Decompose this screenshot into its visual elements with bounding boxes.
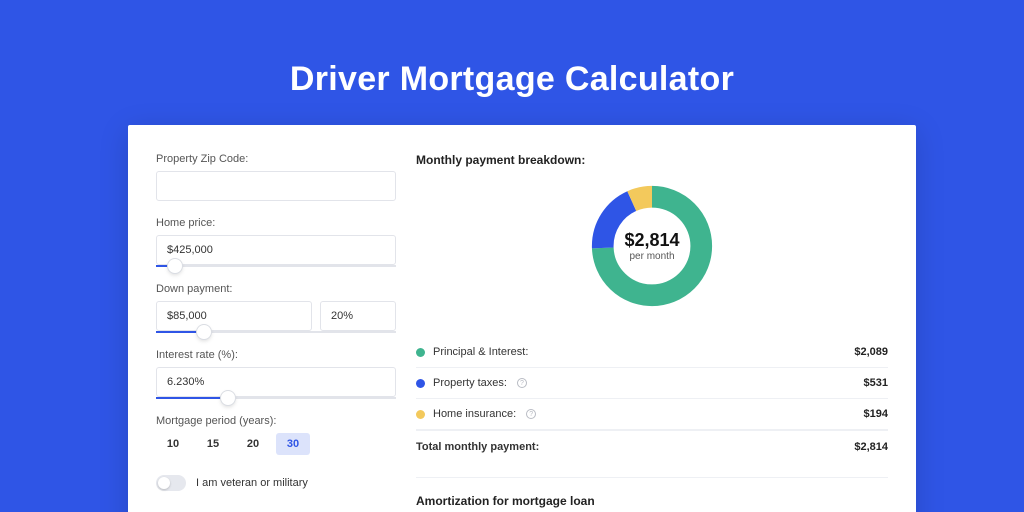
- period-option-20[interactable]: 20: [236, 433, 270, 455]
- downpayment-pct-input[interactable]: [320, 301, 396, 331]
- legend-label: Principal & Interest:: [433, 346, 528, 358]
- period-option-30[interactable]: 30: [276, 433, 310, 455]
- monthly-donut-chart: $2,814 per month: [587, 181, 717, 311]
- breakdown-panel: Monthly payment breakdown: $2,814 per mo…: [416, 153, 888, 512]
- legend-total-label: Total monthly payment:: [416, 441, 539, 453]
- legend-label: Property taxes:: [433, 377, 507, 389]
- inputs-panel: Property Zip Code: Home price: Down paym…: [156, 153, 396, 512]
- interest-input[interactable]: [156, 367, 396, 397]
- homeprice-slider[interactable]: [156, 265, 396, 267]
- amortization-header: Amortization for mortgage loan: [416, 494, 888, 508]
- legend-dot: [416, 348, 425, 357]
- slider-thumb[interactable]: [197, 325, 211, 339]
- donut-center-sub: per month: [629, 251, 674, 262]
- veteran-toggle[interactable]: [156, 475, 186, 491]
- legend-dot: [416, 379, 425, 388]
- period-option-15[interactable]: 15: [196, 433, 230, 455]
- donut-center-value: $2,814: [624, 230, 679, 251]
- period-label: Mortgage period (years):: [156, 415, 396, 427]
- amortization-section: Amortization for mortgage loan Amortizat…: [416, 477, 888, 512]
- downpayment-input[interactable]: [156, 301, 312, 331]
- help-icon[interactable]: ?: [526, 409, 536, 419]
- page-title: Driver Mortgage Calculator: [0, 60, 1024, 99]
- veteran-label: I am veteran or military: [196, 477, 308, 489]
- period-tabs: 10 15 20 30: [156, 433, 396, 455]
- period-option-10[interactable]: 10: [156, 433, 190, 455]
- slider-thumb[interactable]: [221, 391, 235, 405]
- legend-dot: [416, 410, 425, 419]
- interest-label: Interest rate (%):: [156, 349, 396, 361]
- downpayment-slider[interactable]: [156, 331, 396, 333]
- zip-input[interactable]: [156, 171, 396, 201]
- breakdown-header: Monthly payment breakdown:: [416, 153, 888, 167]
- legend-total-row: Total monthly payment: $2,814: [416, 430, 888, 463]
- calculator-card: Property Zip Code: Home price: Down paym…: [128, 125, 916, 512]
- help-icon[interactable]: ?: [517, 378, 527, 388]
- legend-value: $194: [864, 408, 888, 420]
- legend-value: $2,089: [854, 346, 888, 358]
- zip-label: Property Zip Code:: [156, 153, 396, 165]
- slider-thumb[interactable]: [168, 259, 182, 273]
- legend-value: $531: [864, 377, 888, 389]
- homeprice-input[interactable]: [156, 235, 396, 265]
- legend-total-value: $2,814: [854, 441, 888, 453]
- legend-row: Property taxes:? $531: [416, 368, 888, 399]
- legend-row: Home insurance:? $194: [416, 399, 888, 430]
- legend-label: Home insurance:: [433, 408, 516, 420]
- downpayment-label: Down payment:: [156, 283, 396, 295]
- interest-slider[interactable]: [156, 397, 396, 399]
- homeprice-label: Home price:: [156, 217, 396, 229]
- legend-row: Principal & Interest: $2,089: [416, 337, 888, 368]
